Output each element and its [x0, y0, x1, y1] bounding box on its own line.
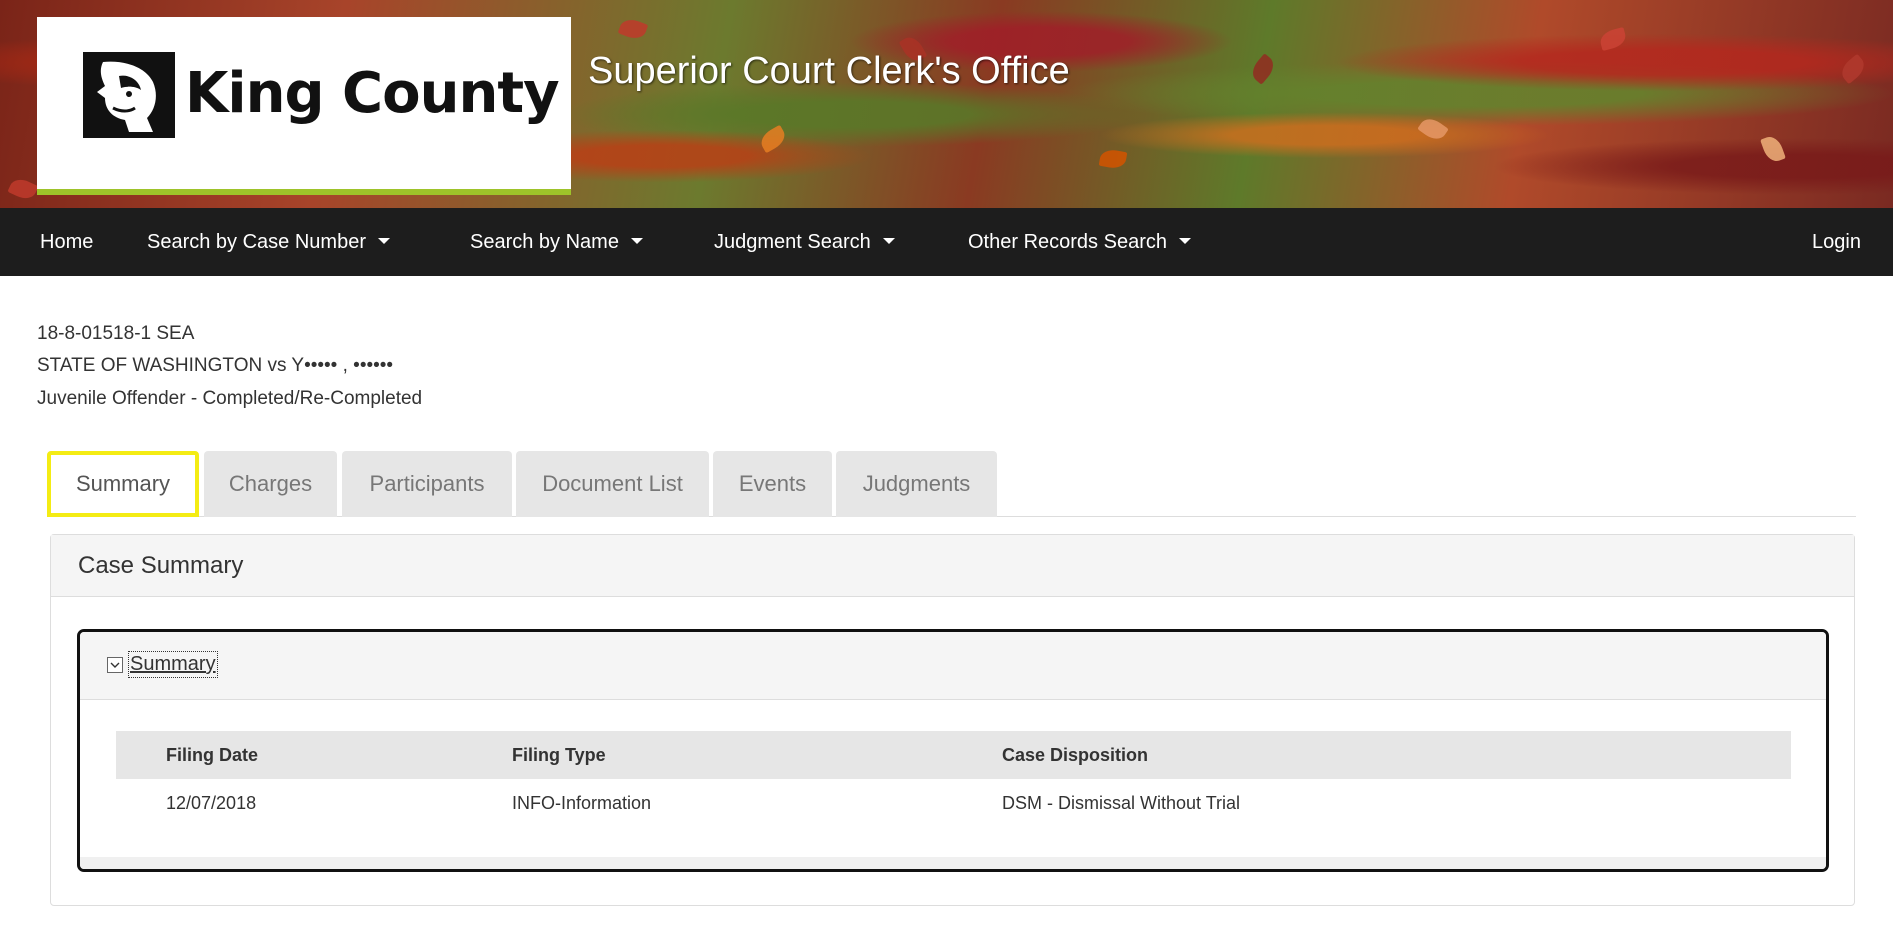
column-header-filing-date: Filing Date: [166, 745, 259, 765]
king-county-logo-icon: [83, 52, 175, 138]
cell-case-disposition: DSM - Dismissal Without Trial: [1002, 793, 1241, 813]
leaf-decoration: [1247, 53, 1279, 85]
case-type: Juvenile Offender - Completed/Re-Complet…: [37, 388, 423, 409]
nav-search-by-name[interactable]: Search by Name: [470, 208, 643, 276]
nav-login-label: Login: [1812, 231, 1861, 253]
leaf-decoration: [1598, 26, 1628, 52]
leaf-decoration: [1098, 147, 1128, 171]
caret-down-icon: [630, 237, 643, 244]
nav-home-label: Home: [40, 231, 94, 253]
summary-section-footer: [80, 857, 1826, 869]
tab-charges[interactable]: Charges: [204, 451, 337, 517]
tab-judgments-label: Judgments: [862, 471, 971, 496]
caret-down-icon: [882, 237, 895, 244]
panel-title: Case Summary: [78, 552, 244, 579]
tab-summary-label: Summary: [75, 471, 171, 496]
leaf-decoration: [1417, 114, 1449, 144]
nav-search-by-name-label: Search by Name: [470, 231, 619, 253]
main-navbar: Home Search by Case Number Search by Nam…: [0, 208, 1893, 276]
tab-participants[interactable]: Participants: [342, 451, 512, 517]
summary-section: Summary Filing Date Filing Type Case Dis…: [77, 629, 1829, 872]
tab-summary[interactable]: Summary: [47, 451, 199, 517]
logo-text: King County: [185, 61, 560, 126]
chevron-down-icon: [110, 662, 120, 668]
tab-document-list[interactable]: Document List: [516, 451, 709, 517]
nav-other-records-search[interactable]: Other Records Search: [968, 208, 1191, 276]
tab-document-list-label: Document List: [542, 471, 683, 496]
caret-down-icon: [1178, 237, 1191, 244]
nav-login[interactable]: Login: [1812, 208, 1861, 276]
cell-filing-type: INFO-Information: [512, 793, 652, 813]
leaf-decoration: [617, 16, 649, 42]
leaf-decoration: [757, 124, 789, 154]
nav-search-by-case-number[interactable]: Search by Case Number: [147, 208, 390, 276]
tab-events[interactable]: Events: [713, 451, 832, 517]
tab-participants-label: Participants: [369, 471, 485, 496]
case-summary-panel: Case Summary Summary Filing Date Filing …: [50, 534, 1855, 906]
nav-judgment-search-label: Judgment Search: [714, 231, 871, 253]
case-number: 18-8-01518-1 SEA: [37, 323, 195, 344]
tab-events-label: Events: [738, 471, 807, 496]
leaf-decoration: [1837, 53, 1869, 85]
nav-search-by-case-number-label: Search by Case Number: [147, 231, 366, 253]
nav-judgment-search[interactable]: Judgment Search: [714, 208, 895, 276]
tab-judgments[interactable]: Judgments: [836, 451, 997, 517]
leaf-decoration: [7, 175, 39, 203]
cell-filing-date: 12/07/2018: [166, 793, 257, 813]
site-title: Superior Court Clerk's Office: [588, 50, 1070, 92]
tab-charges-label: Charges: [228, 471, 313, 496]
nav-home[interactable]: Home: [40, 208, 93, 276]
nav-other-records-search-label: Other Records Search: [968, 231, 1167, 253]
caret-down-icon: [377, 237, 390, 244]
column-header-filing-type: Filing Type: [512, 745, 606, 765]
column-header-case-disposition: Case Disposition: [1002, 745, 1149, 765]
logo[interactable]: King County: [37, 17, 571, 195]
leaf-decoration: [1760, 133, 1786, 165]
header-banner: King County Superior Court Clerk's Offic…: [0, 0, 1893, 208]
summary-section-heading: Summary: [80, 632, 1826, 700]
summary-section-title[interactable]: Summary: [128, 651, 218, 678]
case-title: STATE OF WASHINGTON vs Y••••• , ••••••: [37, 355, 394, 376]
table-header: Filing Date Filing Type Case Disposition: [116, 731, 1791, 779]
panel-heading: Case Summary: [51, 535, 1854, 597]
collapse-toggle-button[interactable]: [107, 657, 123, 673]
